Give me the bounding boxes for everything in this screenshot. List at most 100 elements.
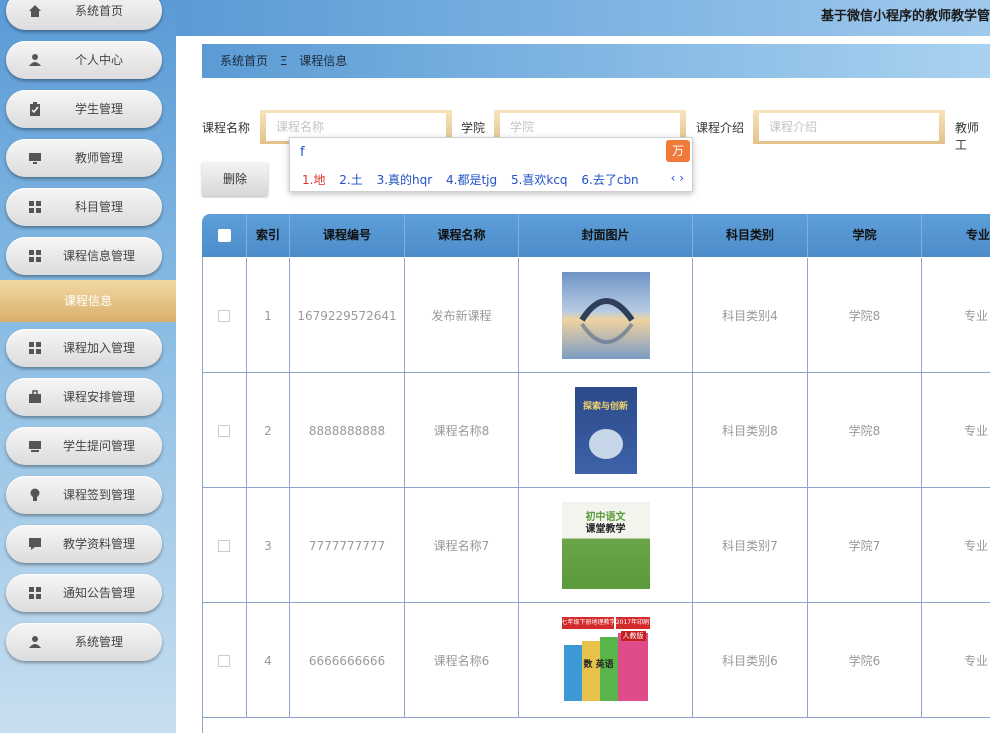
sidebar-item-system[interactable]: 系统管理 xyxy=(6,623,162,661)
chat-icon xyxy=(29,538,41,550)
ime-candidate[interactable]: 1.地 xyxy=(302,173,325,187)
delete-button[interactable]: 删除 xyxy=(202,162,268,196)
cover-disc xyxy=(588,429,623,459)
sidebar-item-students[interactable]: 学生管理 xyxy=(6,90,162,128)
row-select-cell xyxy=(202,373,247,488)
ime-candidate-popup: f 万 1.地 2.土 3.真的hqr 4.都是tjg 5.喜欢kcq 6.去了… xyxy=(289,137,693,192)
table-row: 2 8888888888 课程名称8 探索与创新 科目类别8 学院8 专业 xyxy=(202,373,990,488)
grid-icon xyxy=(29,201,41,213)
cover-subtitle: 课堂教学 xyxy=(585,524,626,535)
col-header-college: 学院 xyxy=(808,214,922,257)
monitor-icon xyxy=(29,153,41,164)
ime-candidate[interactable]: 4.都是tjg xyxy=(446,173,497,187)
ime-logo-icon[interactable]: 万 xyxy=(666,140,690,162)
sidebar-item-home[interactable]: 系统首页 xyxy=(6,0,162,30)
intro-input[interactable] xyxy=(759,113,939,141)
sidebar-item-label: 通知公告管理 xyxy=(62,586,135,600)
grid-icon xyxy=(29,342,41,354)
sidebar-item-label: 系统管理 xyxy=(74,635,123,649)
grid-icon xyxy=(29,587,41,599)
teacher-label: 教师工 xyxy=(955,121,980,152)
cell-major: 专业 xyxy=(964,309,989,323)
row-checkbox[interactable] xyxy=(218,654,230,667)
sidebar-item-course-join[interactable]: 课程加入管理 xyxy=(6,329,162,367)
intro-field-wrap xyxy=(753,110,945,144)
breadcrumb-home[interactable]: 系统首页 xyxy=(220,54,268,68)
cell-major: 专业 xyxy=(964,539,989,553)
cell-code: 6666666666 xyxy=(290,603,405,718)
ime-composition: f xyxy=(300,145,305,160)
cover-image[interactable]: 七年级下册地理教学 2017年印刷 人教版 数 英语 xyxy=(561,617,650,704)
select-all-checkbox[interactable] xyxy=(217,229,231,242)
ime-candidate-list: 1.地 2.土 3.真的hqr 4.都是tjg 5.喜欢kcq 6.去了cbn xyxy=(302,171,649,188)
sidebar-item-checkin[interactable]: 课程签到管理 xyxy=(6,476,162,514)
cell-category: 科目类别6 xyxy=(693,603,808,718)
cover-image[interactable]: 探索与创新 xyxy=(574,387,637,474)
intro-label: 课程介绍 xyxy=(696,121,745,135)
grid-icon xyxy=(29,250,41,262)
course-name-label: 课程名称 xyxy=(202,121,251,135)
cell-college: 学院6 xyxy=(808,603,922,718)
row-checkbox[interactable] xyxy=(218,424,230,437)
sidebar-item-questions[interactable]: 学生提问管理 xyxy=(6,427,162,465)
sidebar-item-label: 课程签到管理 xyxy=(62,488,135,502)
sidebar-item-label: 科目管理 xyxy=(74,200,123,214)
sidebar-item-label: 个人中心 xyxy=(74,53,123,67)
sidebar-item-label: 课程加入管理 xyxy=(62,341,135,355)
col-header-code: 课程编号 xyxy=(290,214,405,257)
sidebar-item-subjects[interactable]: 科目管理 xyxy=(6,188,162,226)
clipboard-icon xyxy=(30,102,40,116)
cell-college: 学院7 xyxy=(808,488,922,603)
cell-index: 1 xyxy=(247,258,290,373)
row-checkbox[interactable] xyxy=(218,539,230,552)
row-select-cell xyxy=(202,258,247,373)
sidebar-item-label: 学生管理 xyxy=(74,102,123,116)
sidebar: 系统首页 个人中心 学生管理 教师管理 科目管理 课程信息管理 课程信息 课程加… xyxy=(0,0,176,733)
sidebar-item-label: 学生提问管理 xyxy=(62,439,135,453)
breadcrumb-current: 课程信息 xyxy=(299,54,348,68)
cover-image[interactable] xyxy=(561,272,650,359)
col-header-cover: 封面图片 xyxy=(519,214,693,257)
sidebar-item-profile[interactable]: 个人中心 xyxy=(6,41,162,79)
sidebar-item-notices[interactable]: 通知公告管理 xyxy=(6,574,162,612)
book-pink xyxy=(617,633,648,701)
cover-badge: 人教版 xyxy=(620,631,646,641)
sidebar-item-label: 课程安排管理 xyxy=(62,390,135,404)
cell-name: 课程名称7 xyxy=(405,488,519,603)
ime-candidate[interactable]: 2.土 xyxy=(339,173,362,187)
ime-candidate[interactable]: 5.喜欢kcq xyxy=(511,173,568,187)
briefcase-icon xyxy=(29,390,41,403)
sidebar-item-label: 教学资料管理 xyxy=(62,537,135,551)
cover-image[interactable]: 初中语文 课堂教学 xyxy=(561,502,650,589)
cell-index: 3 xyxy=(247,488,290,603)
row-checkbox[interactable] xyxy=(218,309,230,322)
sidebar-item-materials[interactable]: 教学资料管理 xyxy=(6,525,162,563)
sidebar-item-course-info[interactable]: 课程信息管理 xyxy=(6,237,162,275)
cover-words: 数 英语 xyxy=(583,660,614,670)
cell-index: 2 xyxy=(247,373,290,488)
cell-category: 科目类别8 xyxy=(693,373,808,488)
breadcrumb: 系统首页 Ξ 课程信息 xyxy=(202,44,990,78)
cell-category: 科目类别4 xyxy=(693,258,808,373)
cell-code: 7777777777 xyxy=(290,488,405,603)
cell-code: 1679229572641 xyxy=(290,258,405,373)
cover-banner: 七年级下册地理教学 xyxy=(561,617,614,629)
cell-cover: 初中语文 课堂教学 xyxy=(519,488,693,603)
user-icon xyxy=(29,54,41,66)
cover-title: 探索与创新 xyxy=(582,402,628,412)
sidebar-item-teachers[interactable]: 教师管理 xyxy=(6,139,162,177)
sidebar-item-label: 系统首页 xyxy=(74,4,123,18)
sidebar-subitem-course-info[interactable]: 课程信息 xyxy=(0,280,176,322)
ime-candidate[interactable]: 3.真的hqr xyxy=(377,173,433,187)
ime-candidate[interactable]: 6.去了cbn xyxy=(581,173,638,187)
col-header-major: 专业 xyxy=(966,228,990,242)
monitor-icon xyxy=(29,441,41,452)
cell-major: 专业 xyxy=(964,654,989,668)
cell-college: 学院8 xyxy=(808,373,922,488)
sidebar-item-course-schedule[interactable]: 课程安排管理 xyxy=(6,378,162,416)
user-icon xyxy=(29,636,41,648)
college-label: 学院 xyxy=(461,121,486,135)
sidebar-item-label: 教师管理 xyxy=(74,151,123,165)
ime-page-nav[interactable]: ‹ › xyxy=(671,171,684,185)
col-header-index: 索引 xyxy=(247,214,290,257)
